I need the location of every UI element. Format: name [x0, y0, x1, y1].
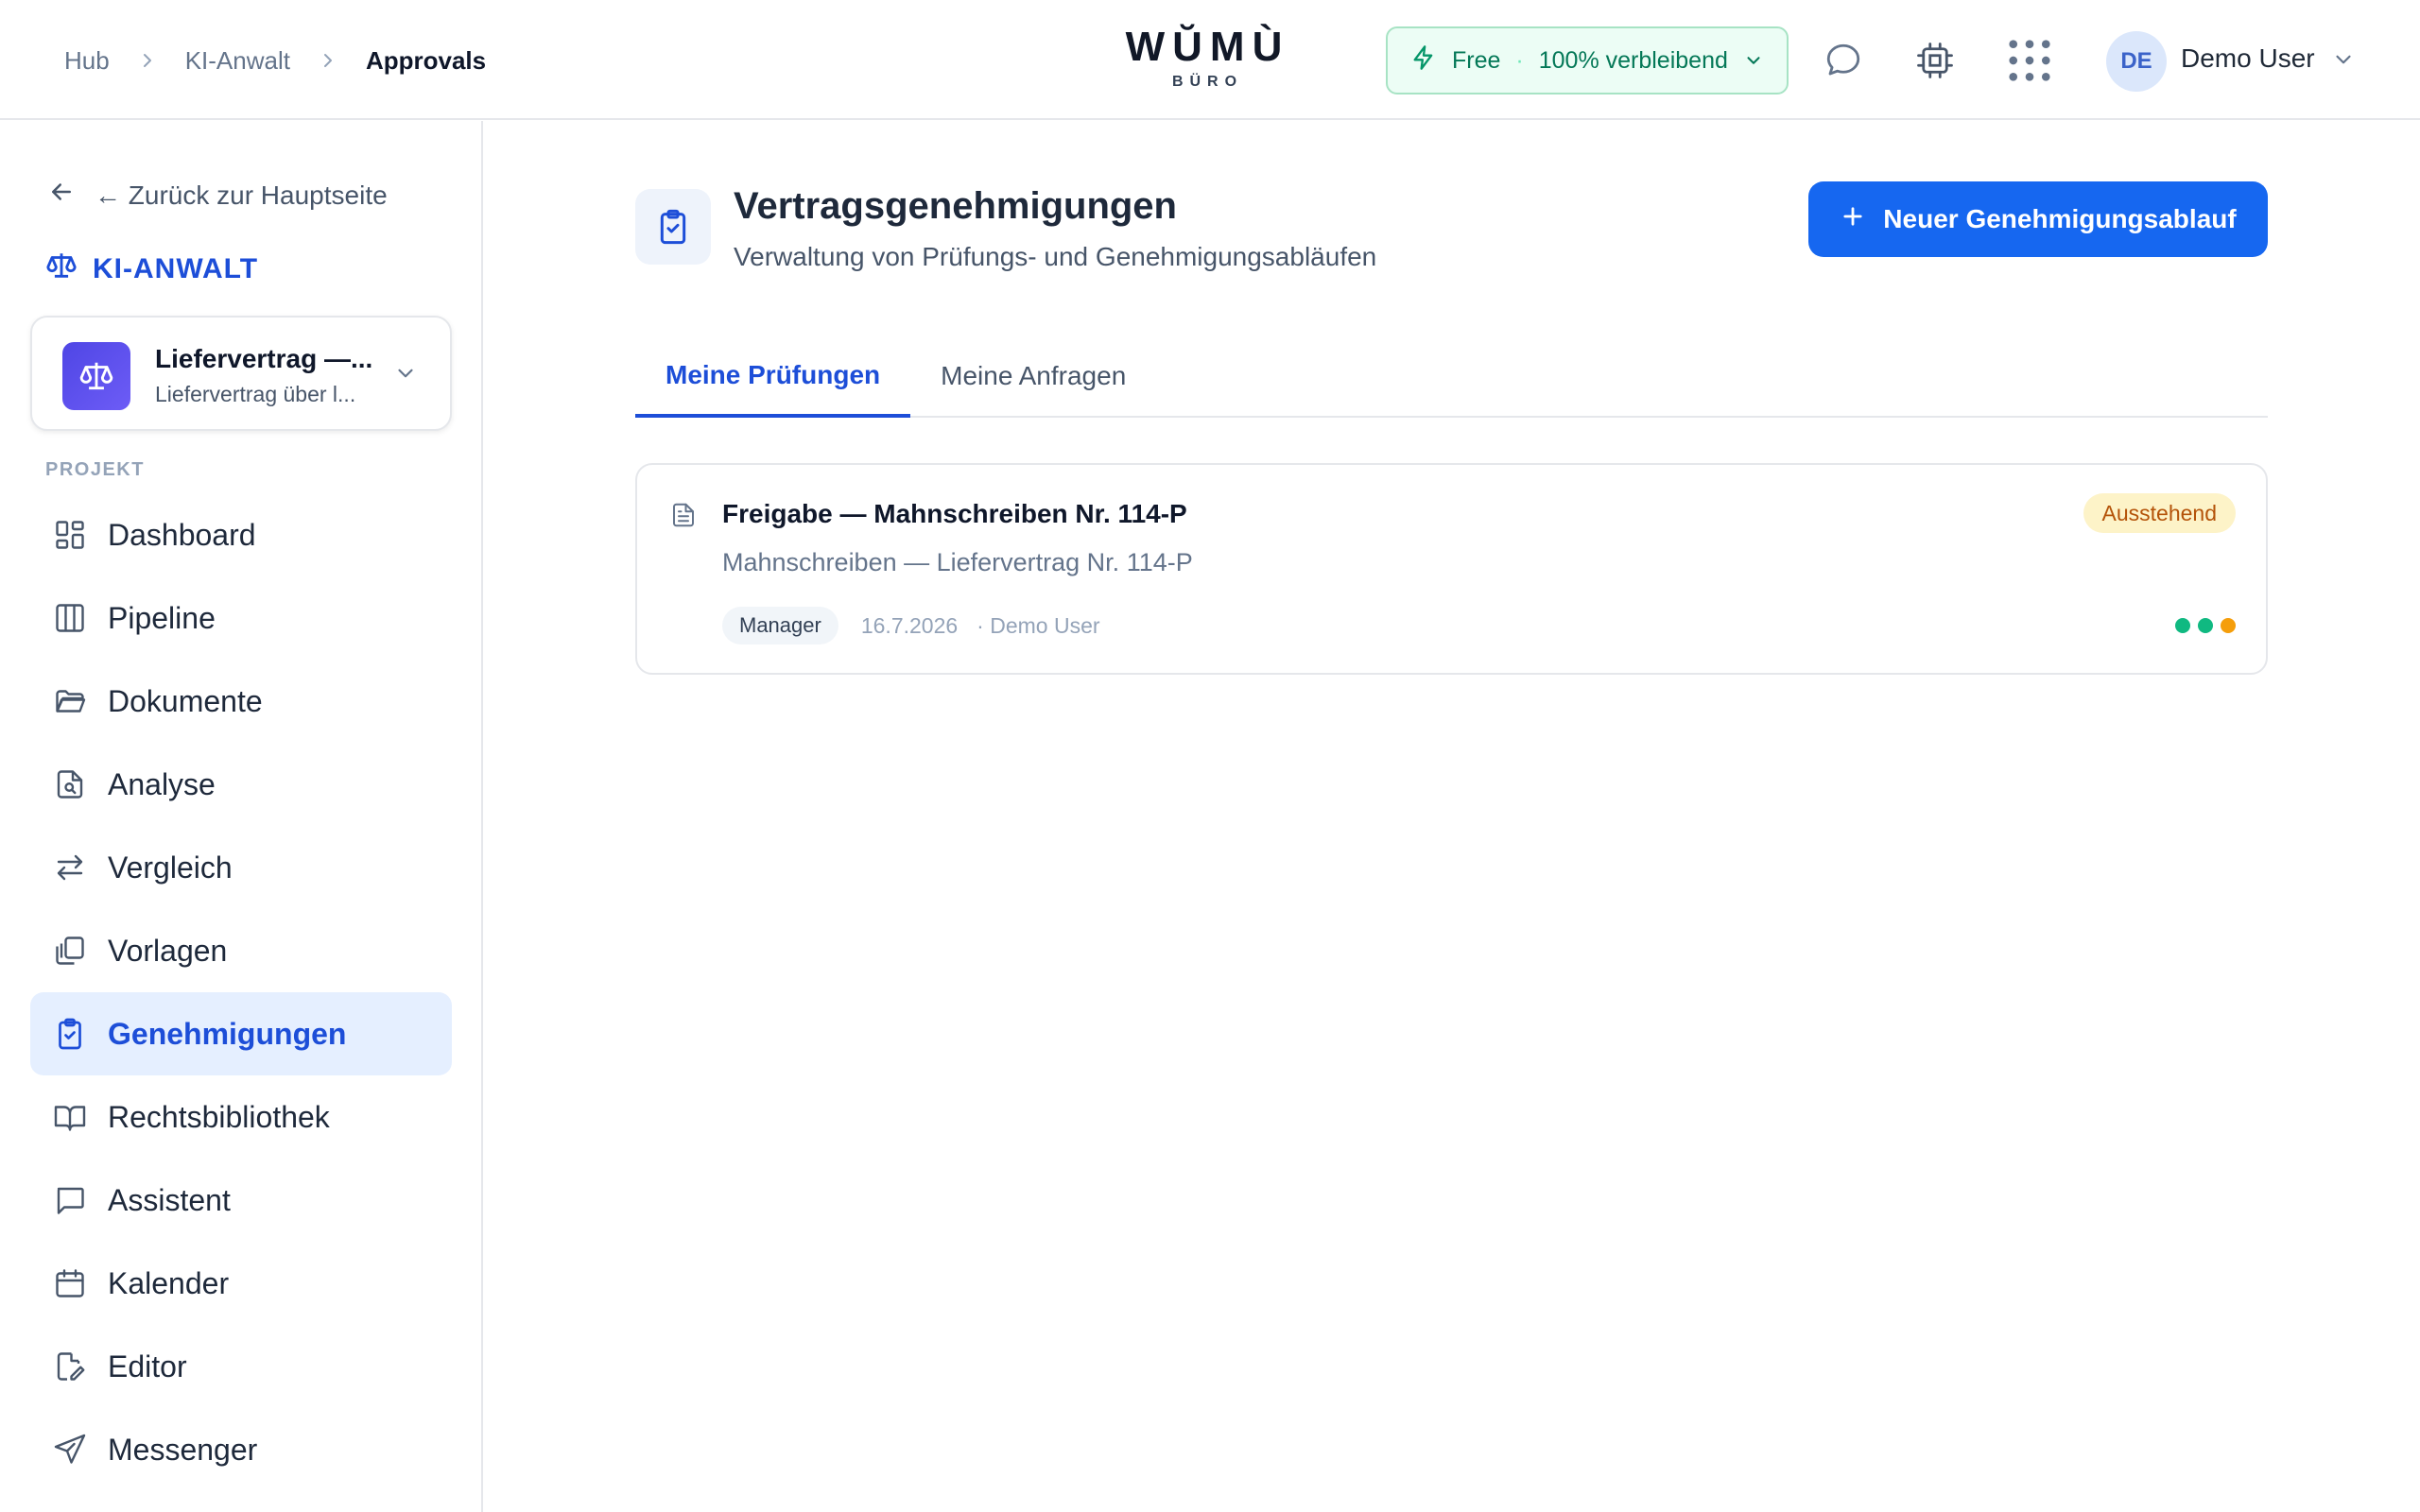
sidebar: ← Zurück zur Hauptseite KI-ANWALT Liefer…: [0, 121, 483, 1512]
sidebar-item-label: Kalender: [108, 1265, 230, 1300]
sidebar-item-label: Vergleich: [108, 850, 233, 885]
chevron-down-icon[interactable]: [2331, 47, 2356, 77]
templates-icon: [56, 936, 84, 965]
sidebar-item-label: Analyse: [108, 766, 216, 801]
plus-icon: [1840, 203, 1866, 236]
sidebar-item-label: Editor: [108, 1349, 187, 1383]
tabs: Meine Prüfungen Meine Anfragen: [635, 336, 2268, 418]
sidebar-nav: Dashboard Pipeline Dokumente Analyse Ver…: [30, 493, 452, 1491]
file-search-icon: [57, 770, 83, 799]
sidebar-item-vergleich[interactable]: Vergleich: [30, 826, 452, 909]
logo-sub: BÜRO: [1171, 74, 1244, 90]
sidebar-item-dokumente[interactable]: Dokumente: [30, 660, 452, 743]
sidebar-item-assistent[interactable]: Assistent: [30, 1159, 452, 1242]
section-label: PROJEKT: [45, 459, 145, 480]
cpu-icon[interactable]: [1912, 38, 1958, 83]
arrow-left-icon: [47, 178, 76, 213]
sidebar-item-label: Dashboard: [108, 517, 256, 552]
new-approval-flow-button[interactable]: Neuer Genehmigungsablauf: [1808, 181, 2268, 257]
approval-subtitle: Mahnschreiben — Liefervertrag Nr. 114-P: [722, 548, 1193, 576]
sidebar-item-pipeline[interactable]: Pipeline: [30, 576, 452, 660]
sidebar-item-vorlagen[interactable]: Vorlagen: [30, 909, 452, 992]
sidebar-item-label: Rechtsbibliothek: [108, 1099, 330, 1134]
new-approval-flow-label: Neuer Genehmigungsablauf: [1883, 204, 2237, 233]
apps-grid-icon[interactable]: [2007, 38, 2052, 83]
sidebar-item-label: Assistent: [108, 1182, 231, 1217]
sidebar-item-kalender[interactable]: Kalender: [30, 1242, 452, 1325]
back-label: ← Zurück zur Hauptseite: [95, 180, 388, 210]
tab-meine-pruefungen[interactable]: Meine Prüfungen: [635, 336, 911, 418]
status-badge: Ausstehend: [2083, 493, 2236, 533]
sidebar-item-editor[interactable]: Editor: [30, 1325, 452, 1408]
sidebar-item-analyse[interactable]: Analyse: [30, 743, 452, 826]
sidebar-item-label: Pipeline: [108, 600, 216, 635]
approval-title: Freigabe — Mahnschreiben Nr. 114-P: [722, 499, 1187, 528]
app-title[interactable]: KI-ANWALT: [45, 249, 258, 289]
page-subtitle: Verwaltung von Prüfungs- und Genehmigung…: [734, 242, 1377, 271]
clipboard-check-icon: [59, 1018, 81, 1050]
pipeline-icon: [56, 604, 84, 632]
approval-card[interactable]: Freigabe — Mahnschreiben Nr. 114-P Mahns…: [635, 463, 2268, 675]
sidebar-item-rechtsbibliothek[interactable]: Rechtsbibliothek: [30, 1075, 452, 1159]
top-bar: Hub KI-Anwalt Approvals WŬMÙ BÜRO Free ·…: [0, 0, 2420, 120]
chevron-right-icon: [140, 51, 155, 70]
project-subtitle: Liefervertrag über l...: [155, 382, 356, 406]
page-title: Vertragsgenehmigungen: [734, 185, 1177, 227]
lightning-icon: [1410, 44, 1437, 77]
send-icon: [54, 1434, 86, 1464]
avatar[interactable]: DE: [2106, 31, 2167, 92]
approval-date: 16.7.2026: [860, 612, 959, 638]
scale-icon: [62, 342, 130, 410]
clipboard-check-icon: [635, 189, 711, 265]
breadcrumb: Hub KI-Anwalt Approvals: [64, 42, 486, 79]
edit-file-icon: [57, 1352, 85, 1381]
breadcrumb-current: Approvals: [365, 45, 487, 75]
user-name[interactable]: Demo User: [2181, 43, 2315, 74]
sidebar-item-label: Genehmigungen: [108, 1016, 347, 1051]
plan-remaining: 100% verbleibend: [1538, 46, 1728, 74]
project-title: Liefervertrag —...: [155, 344, 373, 373]
sidebar-item-label: Dokumente: [108, 683, 263, 718]
project-selector[interactable]: Liefervertrag —... Liefervertrag über l.…: [30, 316, 452, 431]
step-dot: [2175, 618, 2190, 633]
chat-icon: [57, 1187, 84, 1214]
document-icon: [669, 501, 698, 534]
plan-usage-button[interactable]: Free · 100% verbleibend: [1386, 26, 1789, 94]
calendar-icon: [56, 1269, 84, 1297]
logo-word: WŬMÙ: [1125, 24, 1290, 70]
folder-icon: [56, 690, 86, 713]
breadcrumb-ki-anwalt[interactable]: KI-Anwalt: [185, 46, 290, 76]
step-dot: [2221, 618, 2236, 633]
scale-icon: [45, 249, 78, 289]
sidebar-item-label: Messenger: [108, 1432, 258, 1467]
role-pill: Manager: [722, 607, 838, 644]
chevron-down-icon: [393, 361, 418, 390]
book-icon: [54, 1106, 86, 1131]
chat-icon[interactable]: [1821, 38, 1866, 83]
app-title-text: KI-ANWALT: [93, 253, 259, 284]
chevron-right-icon: [320, 51, 336, 70]
plan-separator: ·: [1515, 46, 1524, 74]
sidebar-item-label: Vorlagen: [108, 933, 228, 968]
logo[interactable]: WŬMÙ BÜRO: [1125, 25, 1290, 91]
breadcrumb-hub[interactable]: Hub: [64, 46, 110, 76]
dashboard-icon: [56, 521, 84, 549]
plan-tier: Free: [1452, 46, 1501, 74]
sidebar-item-messenger[interactable]: Messenger: [30, 1408, 452, 1491]
compare-icon: [57, 854, 83, 881]
chevron-down-icon: [1743, 50, 1764, 71]
approval-author: · Demo User: [977, 612, 1100, 638]
back-link[interactable]: ← Zurück zur Hauptseite: [47, 178, 388, 213]
approval-meta: Manager 16.7.2026 · Demo User: [722, 607, 1100, 644]
sidebar-item-genehmigungen[interactable]: Genehmigungen: [30, 992, 452, 1075]
step-dot: [2198, 618, 2213, 633]
approval-steps: [2175, 618, 2236, 633]
tab-meine-anfragen[interactable]: Meine Anfragen: [910, 336, 1156, 416]
sidebar-item-dashboard[interactable]: Dashboard: [30, 493, 452, 576]
